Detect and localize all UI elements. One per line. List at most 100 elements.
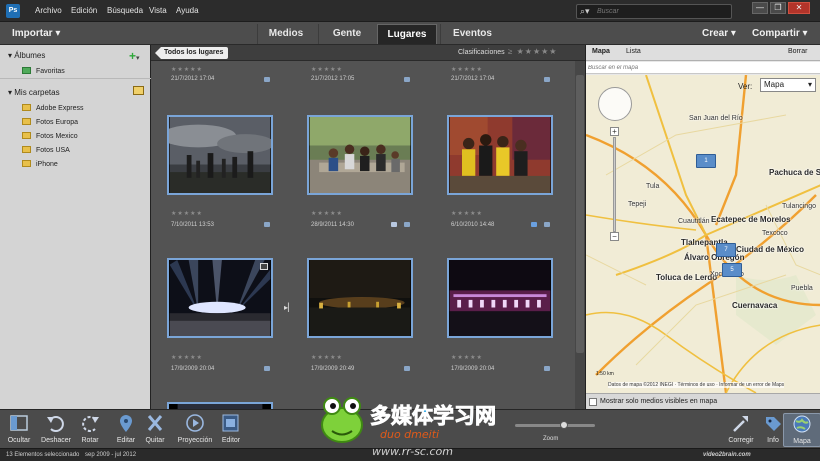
fix-icon xyxy=(733,416,748,432)
maximize-button[interactable]: ❐ xyxy=(770,2,786,14)
add-album-icon[interactable]: +▾ xyxy=(129,49,140,63)
map-button[interactable]: Mapa xyxy=(783,413,820,447)
rating-stars[interactable]: ★★★★★ xyxy=(171,354,203,361)
create-button[interactable]: Crear ▾ xyxy=(702,28,736,39)
menu-bar: Ps Archivo Edición Búsqueda Vista Ayuda … xyxy=(0,0,820,22)
folder-label: Fotos Europa xyxy=(36,119,79,126)
map-city-label: San Juan del Río xyxy=(689,115,743,122)
map-marker[interactable]: 7 xyxy=(716,243,736,257)
rating-stars[interactable]: ★★★★★ xyxy=(451,210,483,217)
map-marker[interactable]: 1 xyxy=(696,154,716,168)
brand-logo: video2brain.com xyxy=(703,452,751,458)
remove-button[interactable]: Quitar xyxy=(136,413,174,447)
rotate-button[interactable]: Rotar xyxy=(71,413,109,447)
folder-item-fotos-usa[interactable]: Fotos USA xyxy=(22,146,70,154)
location-tag-icon xyxy=(264,77,270,82)
photo-date: 21/7/2012 17:05 xyxy=(311,76,355,82)
folder-item-fotos-europa[interactable]: Fotos Europa xyxy=(22,118,78,126)
rating-stars[interactable]: ★★★★★ xyxy=(311,210,343,217)
tab-list[interactable]: Lista xyxy=(626,48,641,55)
map-copyright[interactable]: Datos de mapa ©2012 INEGI · Términos de … xyxy=(608,382,785,388)
map-search[interactable] xyxy=(586,62,820,74)
visible-only-checkbox[interactable] xyxy=(589,398,597,406)
map-view[interactable]: + − Ver: Mapa San Juan del Río Pachuca d… xyxy=(586,75,820,393)
location-tag-icon xyxy=(404,366,410,371)
top-toolbar: Importar ▾ Medios Gente Lugares Eventos … xyxy=(0,22,820,45)
location-tag-icon xyxy=(544,77,550,82)
map-city-label: Cuautitlán xyxy=(678,218,710,225)
menu-ayuda[interactable]: Ayuda xyxy=(176,6,199,15)
zoom-slider[interactable] xyxy=(515,421,595,429)
rating-filter[interactable]: ≥ ★★★★★ xyxy=(508,47,557,56)
folder-label: Adobe Express xyxy=(36,105,84,112)
close-button[interactable]: ✕ xyxy=(788,2,810,14)
folder-view-toggle-icon[interactable] xyxy=(133,86,144,95)
map-search-input[interactable] xyxy=(588,62,816,73)
location-tag-icon xyxy=(544,366,550,371)
globe-icon xyxy=(793,415,811,433)
rating-stars[interactable]: ★★★★★ xyxy=(451,354,483,361)
search-icon: ⌕▾ xyxy=(580,6,590,16)
rating-stars[interactable]: ★★★★★ xyxy=(171,66,203,73)
grid-scrollbar[interactable] xyxy=(575,61,585,409)
photo-thumbnail[interactable] xyxy=(167,115,273,195)
bottom-toolbar: Ocultar Deshacer Rotar Editar Quitar Pro… xyxy=(0,409,820,448)
all-places-breadcrumb[interactable]: Todos los lugares xyxy=(155,47,229,59)
map-tabs: Mapa Lista Borrar xyxy=(586,45,820,61)
menu-busqueda[interactable]: Búsqueda xyxy=(107,6,143,15)
folder-icon xyxy=(22,160,31,167)
photo-thumbnail[interactable] xyxy=(447,115,553,195)
menu-edicion[interactable]: Edición xyxy=(71,6,97,15)
photo-thumbnail[interactable] xyxy=(447,258,553,338)
photo-lit-palace xyxy=(449,260,551,336)
photo-thumbnail[interactable] xyxy=(307,115,413,195)
tab-gente[interactable]: Gente xyxy=(318,24,375,44)
zoom-slider-track[interactable] xyxy=(613,137,616,232)
photo-date: 28/9/2011 14:30 xyxy=(311,222,354,228)
photo-date: 7/10/2011 13:53 xyxy=(171,222,214,228)
photo-thumbnail[interactable] xyxy=(167,258,273,338)
remove-icon xyxy=(147,415,163,431)
zoom-in-button[interactable]: + xyxy=(610,127,619,136)
share-button[interactable]: Compartir ▾ xyxy=(752,28,808,39)
clear-button[interactable]: Borrar xyxy=(788,48,807,55)
rating-stars[interactable]: ★★★★★ xyxy=(311,354,343,361)
rating-stars[interactable]: ★★★★★ xyxy=(171,210,203,217)
scrollbar-thumb[interactable] xyxy=(576,75,584,353)
search-box[interactable]: ⌕▾ xyxy=(576,4,732,19)
album-label: Favoritas xyxy=(36,68,65,75)
import-button[interactable]: Importar ▾ xyxy=(12,28,60,39)
zoom-label: Zoom xyxy=(543,436,559,442)
zoom-out-button[interactable]: − xyxy=(610,232,619,241)
map-type-select[interactable]: Mapa xyxy=(760,78,816,92)
tab-map[interactable]: Mapa xyxy=(592,48,610,55)
zoom-slider-knob[interactable] xyxy=(560,421,568,429)
photo-storm-ruins xyxy=(169,117,271,193)
folder-item-iphone[interactable]: iPhone xyxy=(22,160,58,168)
tab-lugares[interactable]: Lugares xyxy=(377,24,437,44)
photo-thumbnail[interactable] xyxy=(307,258,413,338)
pan-control-icon[interactable] xyxy=(598,87,632,121)
photo-thumbnail[interactable] xyxy=(167,402,273,409)
tab-medios[interactable]: Medios xyxy=(257,24,314,44)
menu-vista[interactable]: Vista xyxy=(149,6,167,15)
rating-stars[interactable]: ★★★★★ xyxy=(311,66,343,73)
minimize-button[interactable]: — xyxy=(752,2,768,14)
hide-panel-button[interactable]: Ocultar xyxy=(0,413,38,447)
folder-item-fotos-mexico[interactable]: Fotos Mexico xyxy=(22,132,78,140)
folder-icon xyxy=(22,118,31,125)
undo-button[interactable]: Deshacer xyxy=(37,413,75,447)
tab-eventos[interactable]: Eventos xyxy=(440,24,504,44)
slideshow-button[interactable]: Proyección xyxy=(176,413,214,447)
map-marker[interactable]: 5 xyxy=(722,263,742,277)
editor-button[interactable]: Editor xyxy=(212,413,250,447)
folder-item-adobe-express[interactable]: Adobe Express xyxy=(22,104,83,112)
play-stack-arrow-icon[interactable]: ▸▏ xyxy=(284,303,294,312)
album-item-favoritas[interactable]: Favoritas xyxy=(22,67,65,75)
menu-archivo[interactable]: Archivo xyxy=(35,6,62,15)
search-input[interactable] xyxy=(597,6,727,17)
albums-header[interactable]: ▾ Álbumes xyxy=(8,51,45,60)
folders-header[interactable]: ▾ Mis carpetas xyxy=(8,88,60,97)
rating-stars[interactable]: ★★★★★ xyxy=(451,66,483,73)
map-city-label: Tula xyxy=(646,183,660,190)
